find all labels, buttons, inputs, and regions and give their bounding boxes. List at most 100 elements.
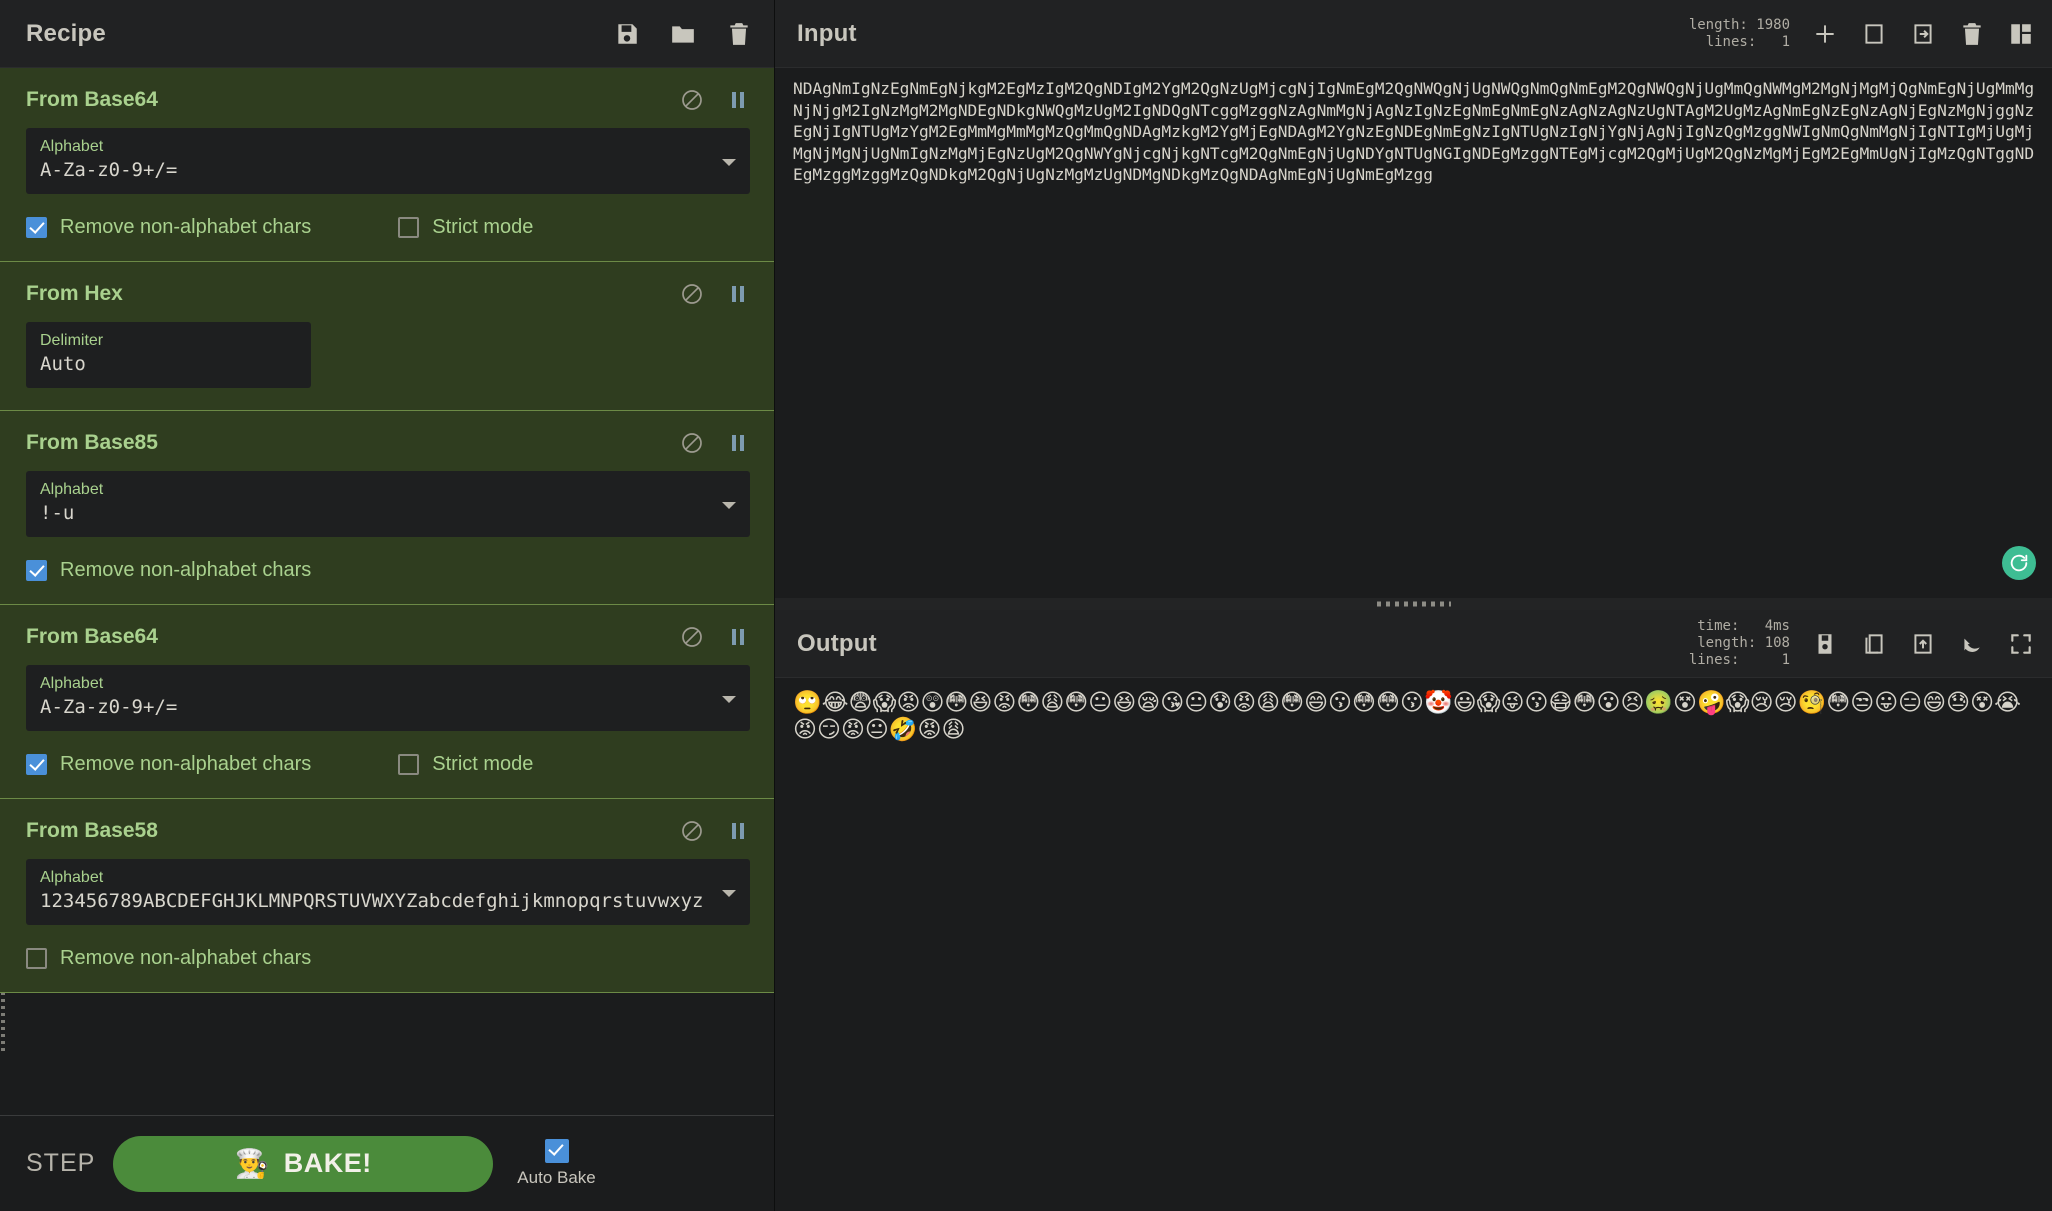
io-pane: Input length: 1980 lines: 1 NDAgNmIgNzEg… [775, 0, 2052, 1211]
chevron-down-icon[interactable] [722, 696, 736, 703]
operation-header: From Base58 [26, 813, 750, 849]
output-actions [1812, 631, 2034, 657]
recipe-operation[interactable]: From Base64 Alphabet A-Za-z0-9+/= Remove no… [0, 605, 774, 799]
checkbox-box[interactable] [398, 217, 420, 238]
operation-header: From Hex [26, 276, 750, 312]
input-actions [1812, 21, 2034, 47]
argument-label: Alphabet [40, 138, 104, 155]
copy-output-icon[interactable] [1861, 631, 1887, 657]
open-folder-icon[interactable] [1861, 21, 1887, 47]
bake-button[interactable]: 👨‍🍳 BAKE! [113, 1135, 494, 1192]
recipe-empty-area[interactable] [0, 1054, 774, 1115]
pause-icon[interactable] [726, 625, 750, 649]
replace-input-with-output-icon[interactable] [1910, 631, 1936, 657]
output-length-value: 108 [1764, 635, 1790, 651]
chevron-down-icon[interactable] [722, 502, 736, 509]
checkbox-box[interactable] [26, 948, 47, 969]
operation-checkboxes: Remove non-alphabet chars Strict mode [26, 216, 750, 239]
step-button[interactable]: STEP [26, 1149, 95, 1178]
input-length-value: 1980 [1756, 16, 1790, 33]
recipe-operation[interactable]: From Base85 Alphabet !-u Remove non-alphabe… [0, 411, 774, 605]
recipe-pane: Recipe From Base64 Alphabet A-Za-z0-9+/= Re… [0, 0, 775, 1211]
argument-value: 123456789ABCDEFGHJKLMNPQRSTUVWXYZabcdefg… [40, 890, 704, 912]
argument-label: Delimiter [40, 332, 104, 349]
checkbox-box[interactable] [26, 754, 47, 775]
input-title-bar: Input length: 1980 lines: 1 [775, 0, 2052, 68]
save-recipe-icon[interactable] [614, 21, 640, 47]
operation-checkboxes: Remove non-alphabet chars [26, 559, 750, 582]
disable-icon[interactable] [680, 625, 704, 649]
chef-icon: 👨‍🍳 [234, 1147, 270, 1179]
checkbox-box[interactable] [398, 754, 420, 775]
checkbox-label: Remove non-alphabet chars [60, 216, 312, 238]
operation-controls [680, 625, 750, 649]
output-title-bar: Output time: 4ms length: 108 lines: 1 [775, 610, 2052, 678]
argument-field[interactable]: Alphabet !-u [26, 471, 750, 537]
disable-icon[interactable] [680, 819, 704, 843]
disable-icon[interactable] [680, 88, 704, 112]
operation-argument: Delimiter Auto [26, 322, 750, 388]
operation-title: From Hex [26, 282, 123, 305]
pause-icon[interactable] [726, 282, 750, 306]
output-time-label: time: [1697, 618, 1740, 634]
operation-checkbox[interactable]: Strict mode [398, 216, 533, 239]
checkbox-box[interactable] [26, 560, 47, 581]
operation-title: From Base58 [26, 819, 158, 842]
input-section: Input length: 1980 lines: 1 NDAgNmIgNzEg… [775, 0, 2052, 598]
clear-io-icon[interactable] [1959, 21, 1985, 47]
disable-icon[interactable] [680, 282, 704, 306]
argument-field[interactable]: Alphabet A-Za-z0-9+/= [26, 665, 750, 731]
pause-icon[interactable] [726, 431, 750, 455]
operation-checkbox[interactable]: Remove non-alphabet chars [26, 753, 311, 776]
recipe-operation[interactable]: From Hex Delimiter Auto [0, 262, 774, 411]
maximise-output-icon[interactable] [2008, 631, 2034, 657]
input-textarea[interactable]: NDAgNmIgNzEgNmEgNjkgM2EgMzIgM2QgNDIgM2Yg… [775, 68, 2052, 598]
add-input-tab-icon[interactable] [1812, 21, 1838, 47]
checkbox-box[interactable] [26, 217, 47, 238]
argument-field[interactable]: Delimiter Auto [26, 322, 311, 388]
pause-icon[interactable] [726, 819, 750, 843]
argument-field[interactable]: Alphabet A-Za-z0-9+/= [26, 128, 750, 194]
output-textarea[interactable]: 🙄😂😨😱😡😲😳😆😡😳😩😳😐😆😪😘😐😰😡😩😳😄😗😳😳😗🤡😃😱😜😗😷😳😮😣🤢😵🤪😱😢… [775, 678, 2052, 1211]
input-title: Input [797, 19, 857, 47]
io-splitter[interactable] [775, 598, 2052, 610]
operation-header: From Base64 [26, 619, 750, 655]
clear-recipe-icon[interactable] [726, 21, 752, 47]
operation-checkbox[interactable]: Remove non-alphabet chars [26, 559, 311, 582]
argument-field[interactable]: Alphabet 123456789ABCDEFGHJKLMNPQRSTUVWXY… [26, 859, 750, 925]
chevron-down-icon[interactable] [722, 890, 736, 897]
recipe-controls-bar: STEP 👨‍🍳 BAKE! Auto Bake [0, 1115, 774, 1211]
load-recipe-icon[interactable] [670, 21, 696, 47]
recipe-operation[interactable]: From Base58 Alphabet 123456789ABCDEFGHJKLM… [0, 799, 774, 993]
operation-checkboxes: Remove non-alphabet chars Strict mode [26, 753, 750, 776]
auto-bake-checkbox[interactable] [544, 1139, 569, 1163]
argument-label: Alphabet [40, 869, 104, 886]
undo-bake-icon[interactable] [1959, 631, 1985, 657]
chevron-down-icon[interactable] [722, 159, 736, 166]
checkbox-label: Remove non-alphabet chars [60, 559, 312, 581]
operation-checkboxes: Remove non-alphabet chars [26, 947, 750, 970]
auto-bake-toggle[interactable]: Auto Bake [517, 1139, 596, 1188]
operation-title: From Base85 [26, 431, 158, 454]
argument-value: !-u [40, 502, 75, 524]
recipe-header-actions [614, 21, 752, 47]
operation-argument: Alphabet 123456789ABCDEFGHJKLMNPQRSTUVWXY… [26, 859, 750, 925]
operation-title: From Base64 [26, 88, 158, 111]
open-file-as-input-icon[interactable] [1910, 21, 1936, 47]
operation-argument: Alphabet A-Za-z0-9+/= [26, 128, 750, 194]
checkbox-label: Strict mode [432, 753, 534, 775]
input-length-label: length: [1688, 16, 1748, 33]
save-output-icon[interactable] [1812, 631, 1838, 657]
checkbox-label: Remove non-alphabet chars [60, 753, 312, 775]
reset-pane-layout-icon[interactable] [2008, 21, 2034, 47]
argument-value: Auto [40, 353, 86, 375]
operation-checkbox[interactable]: Remove non-alphabet chars [26, 947, 311, 970]
disable-icon[interactable] [680, 431, 704, 455]
operation-checkbox[interactable]: Strict mode [398, 753, 533, 776]
recipe-operation[interactable]: From Base64 Alphabet A-Za-z0-9+/= Remove no… [0, 68, 774, 262]
operation-checkbox[interactable]: Remove non-alphabet chars [26, 216, 311, 239]
output-meta: time: 4ms length: 108 lines: 1 [1689, 618, 1812, 669]
argument-label: Alphabet [40, 675, 104, 692]
recipe-operation-list[interactable]: From Base64 Alphabet A-Za-z0-9+/= Remove no… [0, 68, 774, 1054]
pause-icon[interactable] [726, 88, 750, 112]
